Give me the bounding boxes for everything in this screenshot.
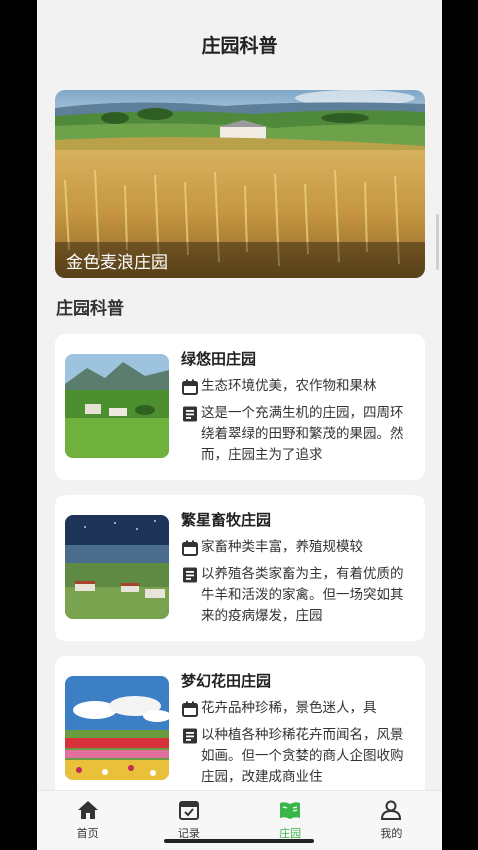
home-icon [77, 801, 98, 819]
bottom-tab-bar: 首页 记录 庄园 我的 [37, 790, 442, 850]
card-description: 这是一个充满生机的庄园，四周环绕着翠绿的田野和繁茂的果园。然而，庄园主为了追求 [201, 405, 404, 463]
document-icon [183, 567, 197, 583]
tab-label: 首页 [76, 827, 99, 840]
calendar-icon [182, 379, 198, 395]
manor-image [65, 515, 169, 619]
hero-caption: 金色麦浪庄园 [55, 242, 425, 278]
manor-card[interactable]: 绿悠田庄园 生态环境优美，农作物和果林 这是一个充满生机的庄园，四周环绕着翠绿的… [55, 334, 425, 480]
card-title: 繁星畜牧庄园 [181, 511, 272, 529]
card-description: 以种植各种珍稀花卉而闻名，风景如画。但一个贪婪的商人企图收购庄园，改建成商业住 [201, 727, 404, 785]
manor-image [65, 354, 169, 458]
card-features: 花卉品种珍稀，景色迷人，具 [201, 700, 377, 716]
manor-card[interactable]: 梦幻花田庄园 花卉品种珍稀，景色迷人，具 以种植各种珍稀花卉而闻名，风景如画。但… [55, 656, 425, 802]
app-screen: 庄园科普 金色麦浪庄园 庄园科普 绿悠田庄园 生态环境优美，农作物和果林 这是一… [37, 0, 442, 850]
card-features: 家畜种类丰富，养殖规模较 [201, 539, 363, 555]
manor-card[interactable]: 繁星畜牧庄园 家畜种类丰富，养殖规模较 以养殖各类家畜为主，有着优质的牛羊和活泼… [55, 495, 425, 641]
scrollbar-thumb[interactable] [436, 214, 439, 270]
book-icon [280, 802, 301, 819]
card-features: 生态环境优美，农作物和果林 [201, 378, 377, 394]
document-icon [183, 406, 197, 422]
calendar-icon [182, 540, 198, 556]
record-icon [178, 801, 199, 820]
card-title: 绿悠田庄园 [181, 350, 257, 368]
manor-image [65, 676, 169, 780]
document-icon [183, 728, 197, 744]
home-indicator [164, 839, 314, 843]
tab-profile[interactable]: 我的 [341, 791, 442, 850]
card-description: 以养殖各类家畜为主，有着优质的牛羊和活泼的家禽。但一场突如其来的疫病爆发，庄园 [201, 566, 404, 624]
tab-home[interactable]: 首页 [37, 791, 138, 850]
calendar-icon [182, 701, 198, 717]
hero-banner[interactable]: 金色麦浪庄园 [55, 90, 425, 278]
profile-icon [381, 800, 402, 820]
page-title: 庄园科普 [201, 34, 278, 57]
card-title: 梦幻花田庄园 [181, 672, 272, 690]
tab-label: 我的 [380, 827, 403, 840]
section-title: 庄园科普 [56, 299, 124, 319]
